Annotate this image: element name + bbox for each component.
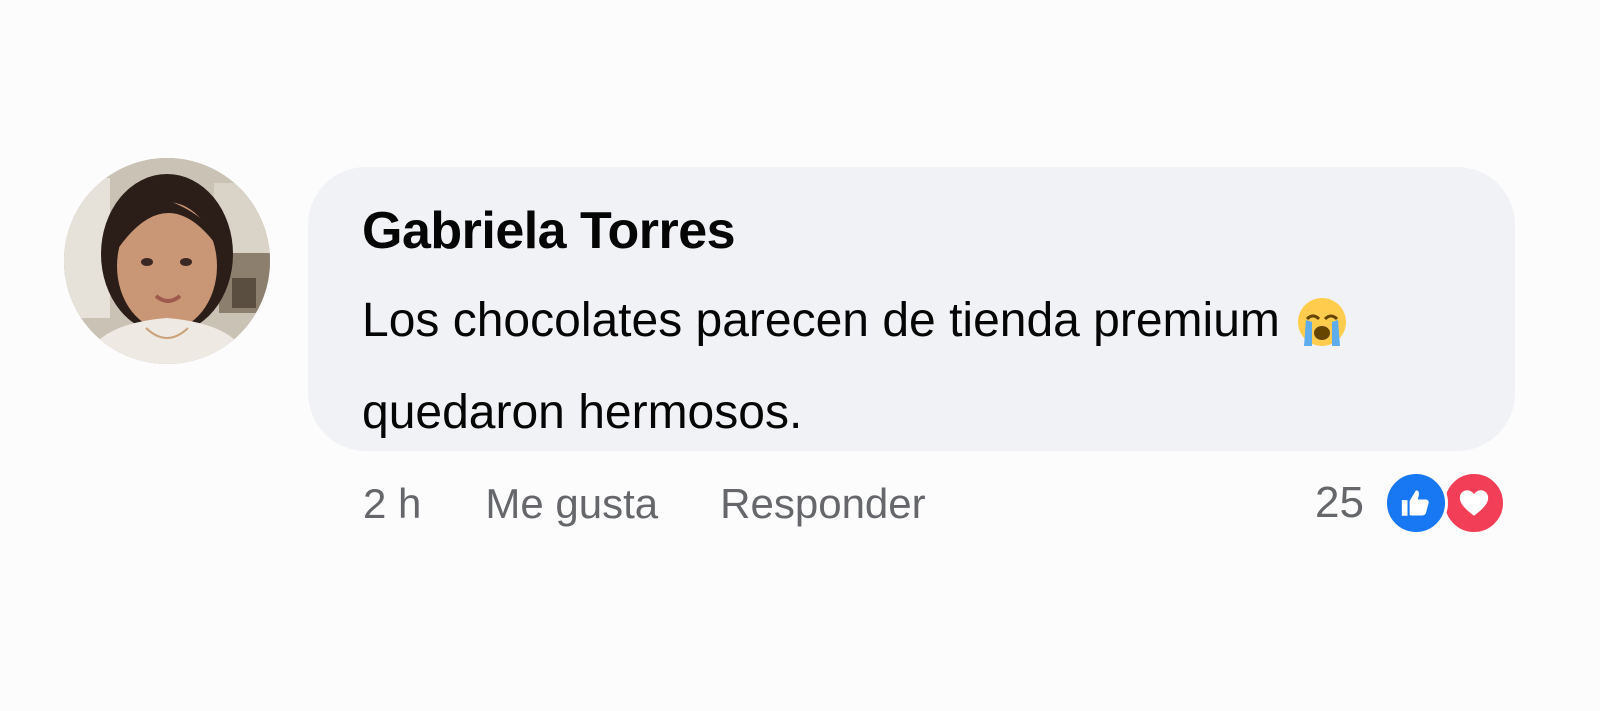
loudly-crying-face-icon xyxy=(1296,293,1348,373)
reply-button[interactable]: Responder xyxy=(720,480,925,528)
comment-bubble: Gabriela Torres Los chocolates parecen d… xyxy=(308,167,1515,451)
comment-actions: 2 h Me gusta Responder xyxy=(363,476,926,532)
comment-timestamp[interactable]: 2 h xyxy=(363,480,421,528)
comment-text-line: Los chocolates parecen de tienda premium xyxy=(362,294,1280,347)
avatar[interactable] xyxy=(64,158,270,364)
comment-text: Los chocolates parecen de tienda premium… xyxy=(362,281,1472,453)
love-icon xyxy=(1442,471,1506,535)
reaction-summary[interactable]: 25 xyxy=(1315,471,1506,535)
like-icon xyxy=(1384,471,1448,535)
comment-text-line-2: quedaron hermosos. xyxy=(362,386,803,439)
comment-author-name[interactable]: Gabriela Torres xyxy=(362,199,1461,263)
avatar-photo xyxy=(64,158,270,364)
like-button[interactable]: Me gusta xyxy=(485,480,658,528)
reaction-count: 25 xyxy=(1315,478,1364,527)
